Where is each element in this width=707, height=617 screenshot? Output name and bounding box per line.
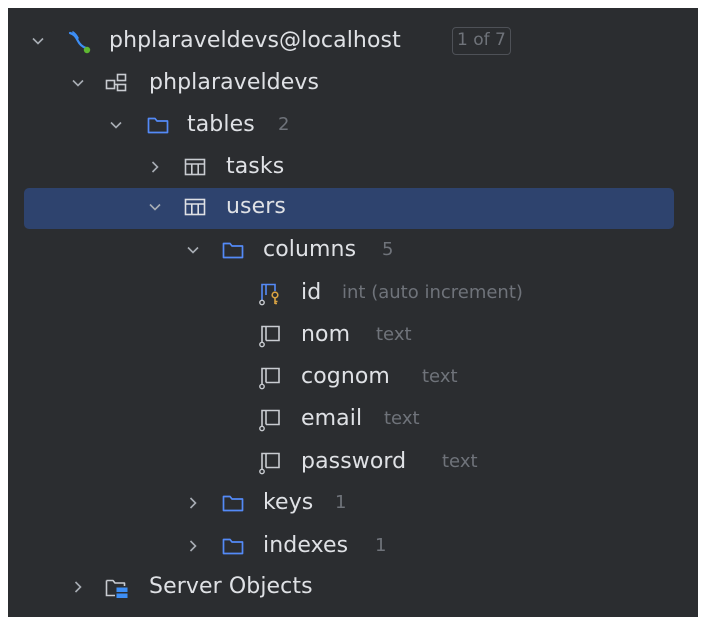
column-name: cognom (301, 364, 390, 389)
tree-node-column-nom[interactable]: nom text (8, 316, 698, 354)
column-icon (257, 365, 281, 390)
folder-icon (221, 238, 245, 262)
tree-node-column-cognom[interactable]: cognom text (8, 358, 698, 396)
database-explorer-panel: phplaraveldevs@localhost 1 of 7 phplarav… (8, 8, 698, 617)
column-name: nom (301, 322, 351, 347)
schema-icon (104, 71, 128, 95)
mysql-datasource-icon (66, 29, 91, 54)
tree-node-column-id[interactable]: id int (auto increment) (8, 274, 698, 312)
tables-count: 2 (278, 114, 290, 135)
column-type: text (442, 451, 478, 472)
tree-node-server-objects[interactable]: Server Objects (8, 568, 698, 606)
column-name: email (301, 406, 363, 431)
server-objects-icon (104, 575, 128, 599)
chevron-down-icon[interactable] (148, 200, 162, 214)
column-name: password (301, 449, 407, 474)
chevron-down-icon[interactable] (71, 76, 85, 90)
schema-label: phplaraveldevs (149, 70, 320, 95)
tree-node-schema[interactable]: phplaraveldevs (8, 64, 698, 102)
column-icon (257, 407, 281, 432)
datasource-count-badge: 1 of 7 (452, 27, 511, 55)
chevron-right-icon[interactable] (71, 580, 85, 594)
column-type: int (auto increment) (342, 282, 523, 303)
server-objects-label: Server Objects (149, 574, 313, 599)
columns-folder-label: columns (263, 237, 357, 262)
tree-node-keys-folder[interactable]: keys 1 (8, 484, 698, 522)
tables-folder-label: tables (187, 112, 255, 137)
chevron-right-icon[interactable] (186, 496, 200, 510)
chevron-down-icon[interactable] (186, 243, 200, 257)
tree-node-tables-folder[interactable]: tables 2 (8, 106, 698, 144)
indexes-count: 1 (375, 535, 387, 556)
folder-icon (221, 534, 245, 558)
column-icon (257, 323, 281, 348)
folder-icon (221, 491, 245, 515)
columns-count: 5 (382, 239, 394, 260)
selection-highlight (24, 188, 674, 229)
tree-node-column-password[interactable]: password text (8, 443, 698, 481)
tree-node-columns-folder[interactable]: columns 5 (8, 231, 698, 269)
column-type: text (422, 366, 458, 387)
table-users-label: users (226, 194, 286, 219)
folder-icon (146, 113, 170, 137)
tree-node-datasource[interactable]: phplaraveldevs@localhost 1 of 7 (8, 22, 698, 60)
column-icon (257, 450, 281, 475)
column-type: text (384, 408, 420, 429)
chevron-right-icon[interactable] (186, 539, 200, 553)
table-tasks-label: tasks (226, 154, 285, 179)
chevron-right-icon[interactable] (148, 160, 162, 174)
chevron-down-icon[interactable] (109, 118, 123, 132)
tree-node-table-users[interactable]: users (8, 188, 698, 229)
tree-node-column-email[interactable]: email text (8, 400, 698, 438)
chevron-down-icon[interactable] (31, 34, 45, 48)
column-type: text (376, 324, 412, 345)
table-icon (183, 155, 207, 179)
primary-key-column-icon (257, 281, 281, 306)
datasource-label: phplaraveldevs@localhost (109, 28, 401, 53)
tree-node-table-tasks[interactable]: tasks (8, 148, 698, 186)
keys-folder-label: keys (263, 490, 314, 515)
indexes-folder-label: indexes (263, 533, 349, 558)
tree-node-indexes-folder[interactable]: indexes 1 (8, 527, 698, 565)
database-tree: phplaraveldevs@localhost 1 of 7 phplarav… (8, 8, 698, 617)
keys-count: 1 (335, 492, 347, 513)
table-icon (183, 195, 207, 219)
column-name: id (301, 280, 322, 305)
